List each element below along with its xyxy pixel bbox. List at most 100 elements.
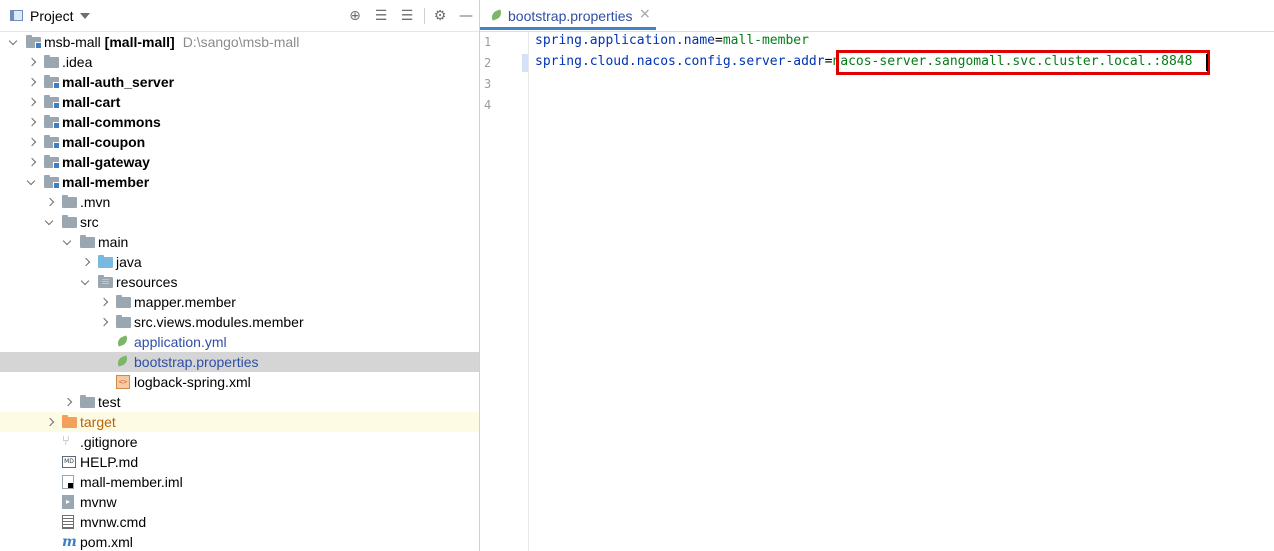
tree-item-name: mall-cart xyxy=(62,94,121,110)
chevron-down-icon[interactable] xyxy=(63,232,73,252)
highlight-box xyxy=(836,50,1210,75)
chevron-down-icon[interactable] xyxy=(81,272,91,292)
tree-row[interactable]: target xyxy=(0,412,479,432)
tree-item-name: logback-spring.xml xyxy=(134,374,251,390)
tree-row[interactable]: src.views.modules.member xyxy=(0,312,479,332)
locate-icon[interactable]: ⊕ xyxy=(346,7,364,25)
project-path: D:\sango\msb-mall xyxy=(182,34,300,50)
tree-row[interactable]: mall-member.iml xyxy=(0,472,479,492)
tree-row[interactable]: ▸ mvnw xyxy=(0,492,479,512)
excluded-folder-icon xyxy=(62,415,77,428)
tree-item-label: msb-mall [mall-mall] D:\sango\msb-mall xyxy=(44,32,299,52)
chevron-right-icon[interactable] xyxy=(29,92,39,112)
spring-yml-icon xyxy=(116,335,130,347)
tree-item-name: mall-commons xyxy=(62,114,161,130)
project-view-icon xyxy=(10,10,23,21)
chevron-right-icon[interactable] xyxy=(47,192,57,212)
chevron-right-icon[interactable] xyxy=(29,132,39,152)
chevron-down-icon[interactable] xyxy=(9,32,19,52)
chevron-right-icon[interactable] xyxy=(101,292,111,312)
close-icon[interactable]: × xyxy=(639,6,651,22)
tree-item-name: HELP.md xyxy=(80,454,139,470)
tree-item-name: mall-auth_server xyxy=(62,74,175,90)
project-view-title[interactable]: Project xyxy=(30,8,74,24)
tree-item-label: mvnw xyxy=(80,492,117,512)
tree-item-label: mall-member xyxy=(62,172,149,192)
tree-item-label: mall-cart xyxy=(62,92,120,112)
chevron-right-icon[interactable] xyxy=(29,52,39,72)
folder-icon xyxy=(62,215,77,228)
gear-icon[interactable]: ⚙ xyxy=(431,7,449,25)
tab-bootstrap-properties[interactable]: bootstrap.properties × xyxy=(480,0,656,30)
tree-item-name: mall-coupon xyxy=(62,134,146,150)
hide-icon[interactable]: — xyxy=(457,7,475,25)
tree-row[interactable]: mall-coupon xyxy=(0,132,479,152)
tree-row[interactable]: resources xyxy=(0,272,479,292)
tree-row[interactable]: mall-auth_server xyxy=(0,72,479,92)
tree-row[interactable]: application.yml xyxy=(0,332,479,352)
tree-item-name: java xyxy=(116,254,142,270)
module-name-suffix: [mall-mall] xyxy=(100,34,175,50)
chevron-down-icon[interactable] xyxy=(80,13,90,19)
cmd-file-icon xyxy=(62,515,74,529)
tree-row[interactable]: bootstrap.properties xyxy=(0,352,479,372)
tree-row[interactable]: .idea xyxy=(0,52,479,72)
tree-item-label: logback-spring.xml xyxy=(134,372,251,392)
tree-item-label: .idea xyxy=(62,52,92,72)
module-folder-icon xyxy=(26,35,42,49)
tree-row[interactable]: src xyxy=(0,212,479,232)
chevron-right-icon[interactable] xyxy=(29,112,39,132)
spring-leaf-icon xyxy=(490,9,504,21)
tree-item-label: mall-coupon xyxy=(62,132,145,152)
tree-item-label: mall-member.iml xyxy=(80,472,183,492)
line-number: 4 xyxy=(484,98,492,112)
tree-row[interactable]: main xyxy=(0,232,479,252)
chevron-right-icon[interactable] xyxy=(101,312,111,332)
folder-icon xyxy=(80,235,95,248)
expand-all-icon[interactable]: ☰ xyxy=(372,7,390,25)
tree-row[interactable]: mall-commons xyxy=(0,112,479,132)
line-number: 2 xyxy=(484,56,492,70)
chevron-right-icon[interactable] xyxy=(29,152,39,172)
tree-row[interactable]: test xyxy=(0,392,479,412)
tree-item-name: mapper.member xyxy=(134,294,236,310)
module-folder-icon xyxy=(44,155,60,169)
tree-item-label: bootstrap.properties xyxy=(134,352,259,372)
chevron-right-icon[interactable] xyxy=(65,392,75,412)
maven-icon: m xyxy=(62,534,77,550)
tree-row[interactable]: mall-gateway xyxy=(0,152,479,172)
tree-row[interactable]: msb-mall [mall-mall] D:\sango\msb-mall xyxy=(0,32,479,52)
tree-row[interactable]: mall-member xyxy=(0,172,479,192)
tree-item-label: target xyxy=(80,412,116,432)
tree-row[interactable]: .mvn xyxy=(0,192,479,212)
tree-item-label: pom.xml xyxy=(80,532,133,551)
tree-item-label: mapper.member xyxy=(134,292,236,312)
chevron-right-icon[interactable] xyxy=(29,72,39,92)
tree-item-label: resources xyxy=(116,272,177,292)
tree-row[interactable]: mvnw.cmd xyxy=(0,512,479,532)
tree-item-label: application.yml xyxy=(134,332,227,352)
chevron-down-icon[interactable] xyxy=(27,172,37,192)
tree-row[interactable]: mapper.member xyxy=(0,292,479,312)
module-folder-icon xyxy=(44,175,60,189)
tree-row[interactable]: m pom.xml xyxy=(0,532,479,551)
property-key: spring.application.name xyxy=(535,33,716,48)
chevron-right-icon[interactable] xyxy=(83,252,93,272)
folder-icon xyxy=(62,195,77,208)
chevron-right-icon[interactable] xyxy=(47,412,57,432)
code-line[interactable]: spring.application.name=mall-member xyxy=(535,33,809,48)
collapse-all-icon[interactable]: ☰ xyxy=(398,7,416,25)
property-separator: = xyxy=(715,33,723,48)
tree-row[interactable]: java xyxy=(0,252,479,272)
tree-item-name: mall-member.iml xyxy=(80,474,183,490)
tree-row[interactable]: MD HELP.md xyxy=(0,452,479,472)
tree-item-label: java xyxy=(116,252,142,272)
source-folder-icon xyxy=(98,255,113,268)
tab-label: bootstrap.properties xyxy=(508,8,633,24)
current-line-marker xyxy=(522,54,528,72)
tree-row[interactable]: <> logback-spring.xml xyxy=(0,372,479,392)
spring-leaf-icon xyxy=(116,355,130,367)
tree-row[interactable]: ⑂ .gitignore xyxy=(0,432,479,452)
tree-row[interactable]: mall-cart xyxy=(0,92,479,112)
chevron-down-icon[interactable] xyxy=(45,212,55,232)
